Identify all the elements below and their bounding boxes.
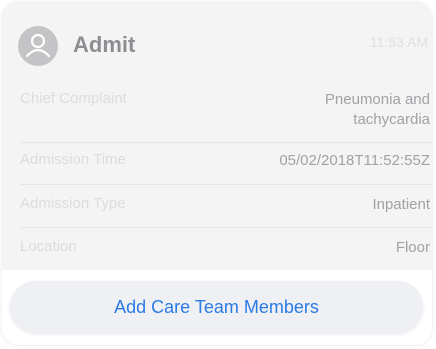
- row-divider: [20, 142, 432, 143]
- detail-label: Chief Complaint: [20, 90, 127, 107]
- admit-event-card: Admit 11:53 AM Chief Complaint Pneumonia…: [2, 2, 432, 345]
- detail-label: Admission Time: [20, 151, 126, 168]
- user-icon: [18, 26, 58, 66]
- row-divider: [20, 184, 432, 185]
- detail-row-admission-time: Admission Time 05/02/2018T11:52:55Z: [20, 151, 430, 171]
- detail-value: Pneumonia and tachycardia: [325, 90, 430, 130]
- row-divider: [20, 227, 432, 228]
- detail-row-location: Location Floor: [20, 238, 430, 258]
- card-header: Admit 11:53 AM: [18, 26, 428, 70]
- detail-value: Inpatient: [372, 196, 430, 213]
- admit-details: Admit 11:53 AM Chief Complaint Pneumonia…: [2, 2, 432, 272]
- detail-value: Floor: [395, 239, 430, 256]
- detail-value: 05/02/2018T11:52:55Z: [279, 152, 430, 169]
- detail-row-admission-type: Admission Type Inpatient: [20, 195, 430, 215]
- add-care-team-members-button[interactable]: Add Care Team Members: [10, 281, 423, 333]
- detail-label: Admission Type: [20, 195, 126, 212]
- detail-label: Location: [20, 238, 77, 255]
- detail-value-line: Pneumonia and: [324, 91, 430, 108]
- card-footer: Add Care Team Members: [2, 270, 432, 345]
- detail-row-chief-complaint: Chief Complaint Pneumonia and tachycardi…: [20, 90, 430, 134]
- event-time: 11:53 AM: [369, 34, 428, 50]
- event-title: Admit: [73, 32, 136, 57]
- detail-value-line: tachycardia: [353, 111, 430, 128]
